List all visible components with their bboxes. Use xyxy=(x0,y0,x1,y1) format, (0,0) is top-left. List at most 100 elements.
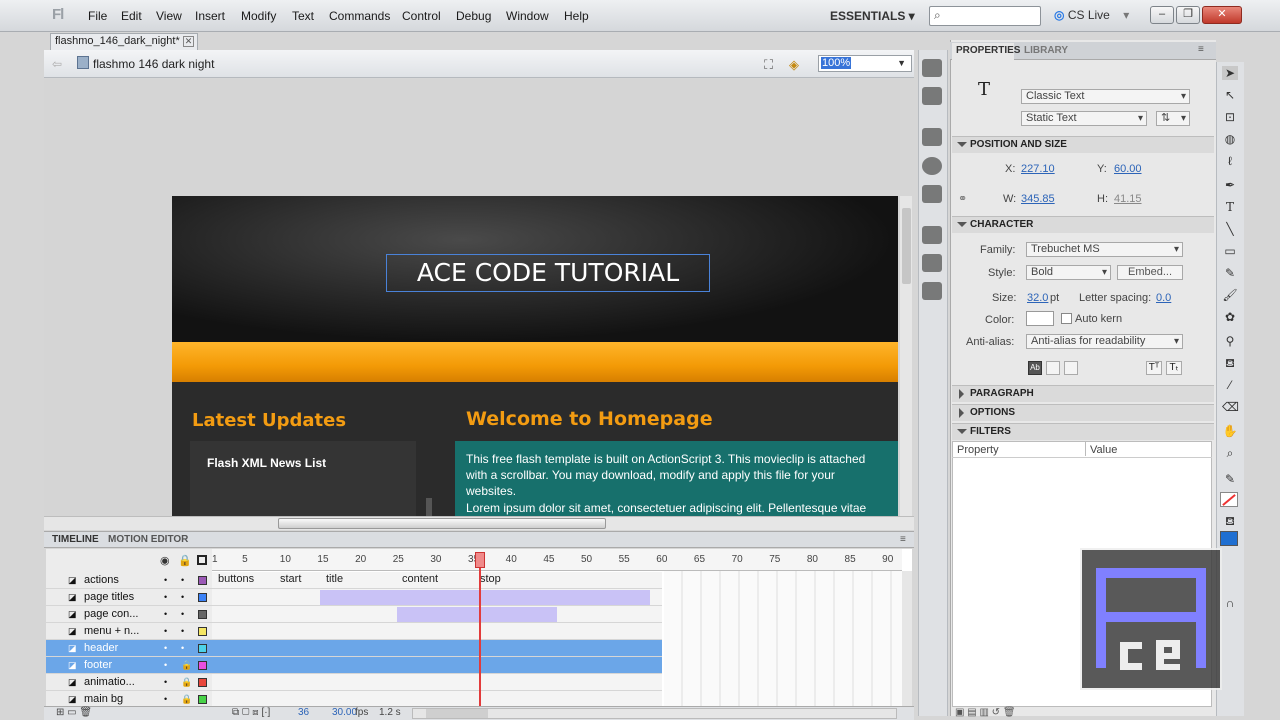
lasso-tool-icon[interactable]: ℓ xyxy=(1222,154,1238,168)
selectable-text-icon[interactable]: Ab xyxy=(1028,361,1042,375)
section-paragraph[interactable]: PARAGRAPH xyxy=(952,385,1214,402)
render-html-icon[interactable] xyxy=(1046,361,1060,375)
paint-bucket-tool-icon[interactable]: ⛾ xyxy=(1222,356,1238,370)
visibility-dot[interactable]: • xyxy=(164,691,167,707)
brush-tool-icon[interactable]: 🖌 xyxy=(1222,288,1238,302)
layer-color-swatch[interactable] xyxy=(198,644,207,653)
lock-icon[interactable]: 🔒 xyxy=(181,691,192,707)
motion-presets-icon[interactable] xyxy=(922,59,942,77)
document-tab[interactable]: flashmo_146_dark_night* ✕ xyxy=(50,33,198,50)
section-options[interactable]: OPTIONS xyxy=(952,404,1214,421)
layer-color-swatch[interactable] xyxy=(198,593,207,602)
layer-row[interactable]: ◪ page titles • • xyxy=(46,589,212,606)
bone-tool-icon[interactable]: ⚲ xyxy=(1222,334,1238,348)
onion-skin-icons[interactable]: ⧉ ▢ ⧈ [·] xyxy=(232,707,270,718)
menu-file[interactable]: File xyxy=(88,9,107,23)
lock-dot[interactable]: • xyxy=(181,606,184,622)
add-filter-icon[interactable]: ▣ ▤ ▥ ↺ 🗑 xyxy=(955,707,1016,718)
frame-row[interactable] xyxy=(212,674,662,691)
visibility-dot[interactable]: • xyxy=(164,623,167,639)
timeline-scroll-thumb[interactable] xyxy=(426,709,488,718)
align-icon[interactable] xyxy=(922,128,942,146)
info-icon[interactable] xyxy=(922,157,942,175)
layer-row[interactable]: ◪ menu + n... • • xyxy=(46,623,212,640)
font-size-value[interactable]: 32.0 xyxy=(1027,292,1048,304)
menu-modify[interactable]: Modify xyxy=(241,9,276,23)
cs-live-button[interactable]: ◎ CS Live ▾ xyxy=(1054,8,1129,22)
frame-row[interactable] xyxy=(212,657,662,674)
selection-tool-icon[interactable]: ➤ xyxy=(1222,66,1238,80)
edit-symbols-icon[interactable]: ◈ xyxy=(789,57,799,73)
eye-icon[interactable]: ◉ xyxy=(160,554,170,567)
zoom-tool-icon[interactable]: ⌕ xyxy=(1222,446,1238,460)
empty-frames-area[interactable] xyxy=(664,571,904,707)
pencil-tool-icon[interactable]: ✎ xyxy=(1222,266,1238,280)
back-arrow-icon[interactable]: ⇦ xyxy=(52,57,62,71)
3d-rotation-tool-icon[interactable]: ◍ xyxy=(1222,132,1238,146)
tab-timeline[interactable]: TIMELINE xyxy=(52,534,99,545)
frame-row[interactable] xyxy=(212,623,662,640)
deco-tool-icon[interactable]: ✿ xyxy=(1222,310,1238,324)
lock-dot[interactable]: • xyxy=(181,589,184,605)
layer-color-swatch[interactable] xyxy=(198,627,207,636)
pen-tool-icon[interactable]: ✒ xyxy=(1222,178,1238,192)
lock-icon[interactable]: 🔒 xyxy=(181,657,192,673)
snap-magnet-icon[interactable]: ∩ xyxy=(1222,596,1238,610)
text-engine-select[interactable]: Classic Text xyxy=(1021,89,1190,104)
layer-row[interactable]: ◪ animatio... • 🔒 xyxy=(46,674,212,691)
visibility-dot[interactable]: • xyxy=(164,606,167,622)
visibility-dot[interactable]: • xyxy=(164,657,167,673)
vertical-scroll-thumb[interactable] xyxy=(902,208,911,284)
layer-color-swatch[interactable] xyxy=(198,661,207,670)
section-character[interactable]: CHARACTER xyxy=(952,216,1214,233)
workspace-switcher[interactable]: ESSENTIALS ▾ xyxy=(830,9,915,23)
eyedropper-tool-icon[interactable]: ⁄ xyxy=(1222,378,1238,392)
auto-kern-checkbox[interactable] xyxy=(1061,313,1072,324)
menu-window[interactable]: Window xyxy=(506,9,549,23)
w-value[interactable]: 345.85 xyxy=(1021,193,1055,205)
menu-help[interactable]: Help xyxy=(564,9,589,23)
restore-button[interactable]: ❐ xyxy=(1176,6,1200,24)
close-button[interactable]: ✕ xyxy=(1202,6,1242,24)
stroke-color-swatch[interactable] xyxy=(1220,492,1238,507)
lock-dot[interactable]: • xyxy=(181,572,184,588)
help-search-input[interactable]: ⌕ xyxy=(929,6,1041,26)
text-color-swatch[interactable] xyxy=(1026,311,1054,326)
text-type-select[interactable]: Static Text xyxy=(1021,111,1147,126)
frame-row[interactable]: buttons start title content stop xyxy=(212,572,662,589)
tab-motion-editor[interactable]: MOTION EDITOR xyxy=(108,534,188,545)
layer-row[interactable]: ◪ footer • 🔒 xyxy=(46,657,212,674)
tab-properties[interactable]: PROPERTIES xyxy=(956,45,1020,56)
menu-view[interactable]: View xyxy=(156,9,182,23)
current-frame[interactable]: 36 xyxy=(298,707,309,718)
color-icon[interactable] xyxy=(922,282,942,300)
visibility-dot[interactable]: • xyxy=(164,640,167,656)
font-family-select[interactable]: Trebuchet MS xyxy=(1026,242,1183,257)
motion-tween[interactable] xyxy=(397,607,557,622)
eraser-tool-icon[interactable]: ⌫ xyxy=(1222,400,1239,414)
font-style-select[interactable]: Bold xyxy=(1026,265,1111,280)
close-tab-icon[interactable]: ✕ xyxy=(183,36,194,47)
grid-icon[interactable] xyxy=(922,87,942,105)
fill-color-swatch[interactable] xyxy=(1220,531,1238,546)
layer-color-swatch[interactable] xyxy=(198,610,207,619)
visibility-dot[interactable]: • xyxy=(164,674,167,690)
superscript-icon[interactable]: Tᵀ xyxy=(1146,361,1162,375)
news-scrollbar[interactable] xyxy=(426,498,432,516)
zoom-select[interactable]: 100% ▼ xyxy=(818,55,912,72)
outline-icon[interactable] xyxy=(197,555,207,565)
embed-button[interactable]: Embed... xyxy=(1117,265,1183,280)
layer-row[interactable]: ◪ actions • • xyxy=(46,572,212,589)
frame-row[interactable] xyxy=(212,606,662,623)
layer-color-swatch[interactable] xyxy=(198,678,207,687)
frame-row[interactable] xyxy=(212,589,662,606)
transform-icon[interactable] xyxy=(922,185,942,203)
subscript-icon[interactable]: Tₜ xyxy=(1166,361,1182,375)
menu-debug[interactable]: Debug xyxy=(456,9,491,23)
menu-edit[interactable]: Edit xyxy=(121,9,142,23)
lock-icon[interactable]: 🔒 xyxy=(178,554,192,567)
new-layer-icon[interactable]: ⊞ ▭ 🗑 xyxy=(56,707,92,718)
menu-text[interactable]: Text xyxy=(292,9,314,23)
layer-color-swatch[interactable] xyxy=(198,576,207,585)
rectangle-tool-icon[interactable]: ▭ xyxy=(1222,244,1238,258)
